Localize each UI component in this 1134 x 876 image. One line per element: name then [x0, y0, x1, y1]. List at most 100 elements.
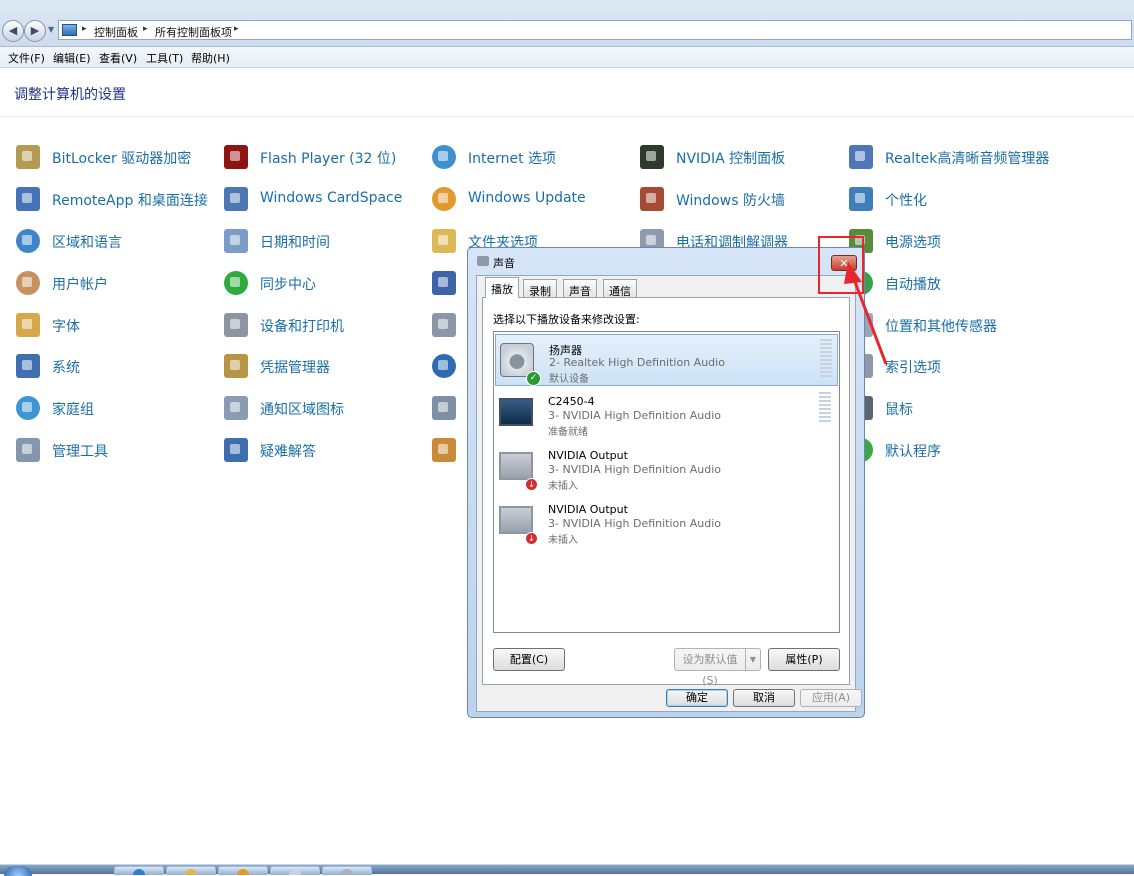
cp-item-label: 通知区域图标	[260, 402, 344, 418]
cp-item-troubleshooting[interactable]: 疑难解答	[224, 438, 414, 464]
tab-recording[interactable]: 录制	[523, 279, 557, 298]
menu-view[interactable]: 查看(V)	[99, 50, 137, 66]
device-list[interactable]: ✓ 扬声器 2- Realtek High Definition Audio 默…	[493, 331, 840, 633]
recent-pages-dropdown-icon[interactable]: ▼	[48, 25, 54, 34]
device-name: NVIDIA Output	[548, 503, 628, 516]
taskbar-media-button[interactable]	[218, 866, 268, 875]
cp-item-flash-player[interactable]: Flash Player (32 位)	[224, 145, 414, 171]
cp-item-label: 默认程序	[885, 444, 941, 460]
taskbar-ie-button[interactable]	[114, 866, 164, 875]
cp-item-default-programs[interactable]: 默认程序	[849, 438, 1039, 464]
forward-button[interactable]: ▶	[24, 20, 46, 42]
crumb-separator-icon[interactable]: ▸	[234, 24, 239, 34]
cp-item-realtek-audio[interactable]: Realtek高清晰音频管理器	[849, 145, 1059, 171]
cp-item-label: Realtek高清晰音频管理器	[885, 151, 1050, 167]
taskbar-app-button[interactable]	[322, 866, 372, 875]
cp-item-date-time[interactable]: 日期和时间	[224, 229, 414, 255]
cp-item-internet-options[interactable]: Internet 选项	[432, 145, 622, 171]
cp-item-notification-icons[interactable]: 通知区域图标	[224, 396, 414, 422]
computer-icon	[16, 354, 40, 378]
cp-item-label: 管理工具	[52, 444, 108, 460]
back-button[interactable]: ◀	[2, 20, 24, 42]
cp-item-label: Internet 选项	[468, 151, 557, 167]
cp-item-cardspace[interactable]: Windows CardSpace	[224, 187, 414, 213]
cp-item-devices-printers[interactable]: 设备和打印机	[224, 313, 414, 339]
taskbar-window-button[interactable]	[270, 866, 320, 875]
cp-item-nvidia-control-panel[interactable]: NVIDIA 控制面板	[640, 145, 830, 171]
device-item[interactable]: ↓ NVIDIA Output 3- NVIDIA High Definitio…	[495, 442, 838, 494]
menu-bar: 文件(F) 编辑(E) 查看(V) 工具(T) 帮助(H)	[0, 47, 1134, 68]
calendar-clock-icon	[224, 229, 248, 253]
programs-icon[interactable]	[432, 313, 456, 337]
cp-item-label: 个性化	[885, 193, 927, 209]
cp-item-remoteapp[interactable]: RemoteApp 和桌面连接	[16, 187, 208, 213]
cp-item-label: NVIDIA 控制面板	[676, 151, 786, 167]
properties-button[interactable]: 属性(P)	[768, 648, 840, 671]
cp-item-label: BitLocker 驱动器加密	[52, 151, 192, 167]
apply-button[interactable]: 应用(A)	[800, 689, 862, 707]
cp-item-admin-tools[interactable]: 管理工具	[16, 438, 206, 464]
breadcrumb-control-panel[interactable]: 控制面板	[94, 24, 138, 40]
device-item[interactable]: ↓ NVIDIA Output 3- NVIDIA High Definitio…	[495, 496, 838, 548]
taskbar-explorer-button[interactable]	[166, 866, 216, 875]
menu-edit[interactable]: 编辑(E)	[53, 50, 91, 66]
menu-file[interactable]: 文件(F)	[8, 50, 45, 66]
cp-item-fonts[interactable]: 字体	[16, 313, 206, 339]
folder-options-icon	[432, 229, 456, 253]
realtek-audio-icon	[849, 145, 873, 169]
desktop-gadgets-icon[interactable]	[432, 438, 456, 462]
menu-help[interactable]: 帮助(H)	[191, 50, 230, 66]
device-status: 未插入	[548, 535, 578, 546]
start-button[interactable]	[4, 866, 32, 876]
device-status: 默认设备	[549, 374, 589, 385]
device-item[interactable]: ✓ 扬声器 2- Realtek High Definition Audio 默…	[495, 334, 838, 386]
flash-player-icon	[224, 145, 248, 169]
menu-tools[interactable]: 工具(T)	[146, 50, 183, 66]
cp-item-personalization[interactable]: 个性化	[849, 187, 1039, 213]
crumb-separator-icon[interactable]: ▸	[143, 24, 148, 34]
keyboard-icon[interactable]	[432, 271, 456, 295]
personalization-icon	[849, 187, 873, 211]
breadcrumb-all-items[interactable]: 所有控制面板项	[155, 24, 232, 40]
cardspace-icon	[224, 187, 248, 211]
speaker-icon	[477, 256, 489, 266]
cp-item-sync-center[interactable]: 同步中心	[224, 271, 414, 297]
cp-item-label: 鼠标	[885, 402, 913, 418]
address-input[interactable]: ▸ 控制面板 ▸ 所有控制面板项 ▸	[58, 20, 1132, 40]
set-default-dropdown-icon[interactable]: ▼	[745, 648, 761, 671]
bitlocker-icon	[16, 145, 40, 169]
cp-item-label: 同步中心	[260, 277, 316, 293]
notification-area-icon	[224, 396, 248, 420]
dialog-title: 声音	[493, 257, 515, 270]
cp-item-bitlocker[interactable]: BitLocker 驱动器加密	[16, 145, 206, 171]
tab-sounds[interactable]: 声音	[563, 279, 597, 298]
default-check-icon: ✓	[526, 371, 541, 386]
cp-item-credential-manager[interactable]: 凭据管理器	[224, 354, 414, 380]
cp-item-label: Windows 防火墙	[676, 193, 785, 209]
configure-button[interactable]: 配置(C)	[493, 648, 565, 671]
cp-item-windows-firewall[interactable]: Windows 防火墙	[640, 187, 830, 213]
cp-item-label: 电源选项	[885, 235, 941, 251]
phone-icon[interactable]	[432, 396, 456, 420]
cp-item-windows-update[interactable]: Windows Update	[432, 187, 622, 213]
ok-button[interactable]: 确定	[666, 689, 728, 707]
device-description: 3- NVIDIA High Definition Audio	[548, 517, 722, 530]
device-description: 3- NVIDIA High Definition Audio	[548, 463, 722, 476]
cp-item-system[interactable]: 系统	[16, 354, 206, 380]
cp-item-homegroup[interactable]: 家庭组	[16, 396, 206, 422]
cp-item-power-options[interactable]: 电源选项	[849, 229, 1039, 255]
users-icon	[16, 271, 40, 295]
cp-item-user-accounts[interactable]: 用户帐户	[16, 271, 206, 297]
set-default-button[interactable]: 设为默认值(S)	[674, 648, 746, 687]
crumb-separator-icon[interactable]: ▸	[82, 24, 87, 34]
cp-item-mouse[interactable]: 鼠标	[849, 396, 1039, 422]
cancel-button[interactable]: 取消	[733, 689, 795, 707]
tab-playback[interactable]: 播放	[485, 277, 519, 298]
vault-icon	[224, 354, 248, 378]
ease-of-access-icon[interactable]	[432, 354, 456, 378]
tab-communications[interactable]: 通信	[603, 279, 637, 298]
device-description: 2- Realtek High Definition Audio	[549, 356, 725, 369]
cp-item-region[interactable]: 区域和语言	[16, 229, 206, 255]
device-item[interactable]: C2450-4 3- NVIDIA High Definition Audio …	[495, 388, 838, 440]
internet-options-icon	[432, 145, 456, 169]
